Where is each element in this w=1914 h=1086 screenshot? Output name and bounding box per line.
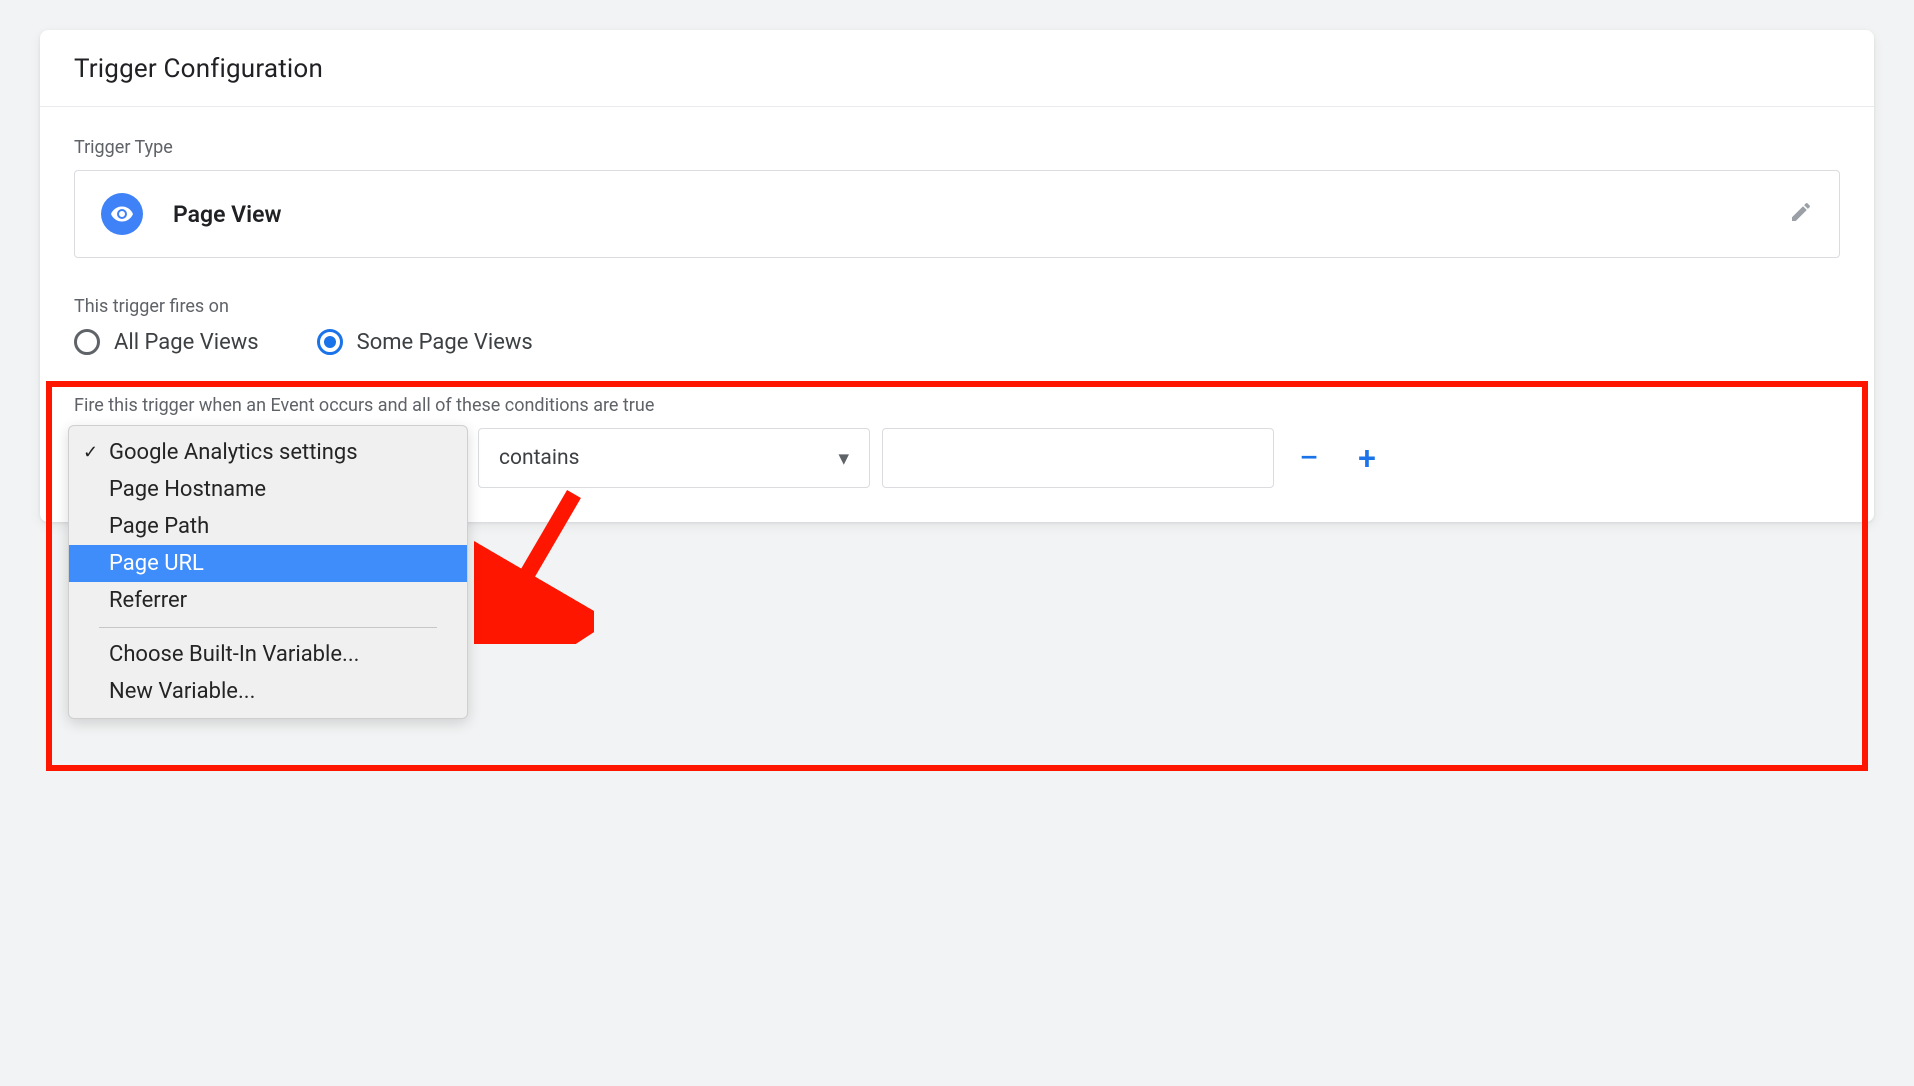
dropdown-item-label: Page URL [109,551,204,576]
operator-select[interactable]: contains ▾ [478,428,870,488]
trigger-type-label: Trigger Type [74,137,1840,158]
pencil-icon[interactable] [1789,200,1813,228]
card-header: Trigger Configuration [40,30,1874,107]
radio-all-page-views[interactable]: All Page Views [74,329,259,355]
conditions-label: Fire this trigger when an Event occurs a… [74,395,1840,416]
value-input[interactable] [882,428,1274,488]
eye-icon [101,193,143,235]
operator-value: contains [499,446,579,470]
radio-label-all: All Page Views [114,330,259,355]
dropdown-item-label: Page Path [109,514,209,539]
remove-condition-button[interactable]: − [1286,435,1332,481]
dropdown-item-label: Referrer [109,588,187,613]
arrow-annotation-icon [474,484,594,644]
variable-dropdown-menu: ✓ Google Analytics settings Page Hostnam… [68,425,468,719]
dropdown-item-builtin[interactable]: Choose Built-In Variable... [69,636,467,673]
trigger-type-box[interactable]: Page View [74,170,1840,258]
dropdown-item-label: Choose Built-In Variable... [109,642,359,667]
trigger-config-card: Trigger Configuration Trigger Type Page … [40,30,1874,522]
dropdown-item-new-variable[interactable]: New Variable... [69,673,467,710]
chevron-down-icon: ▾ [838,446,849,471]
add-condition-button[interactable]: + [1344,435,1390,481]
dropdown-divider [99,627,437,628]
conditions-area: Fire this trigger when an Event occurs a… [74,395,1840,488]
page-title: Trigger Configuration [74,54,1840,84]
fires-on-label: This trigger fires on [74,296,1840,317]
radio-label-some: Some Page Views [357,330,533,355]
radio-some-page-views[interactable]: Some Page Views [317,329,533,355]
trigger-type-name: Page View [173,201,281,228]
dropdown-item-label: Google Analytics settings [109,440,358,465]
dropdown-item-ga-settings[interactable]: ✓ Google Analytics settings [69,434,467,471]
radio-icon [74,329,100,355]
dropdown-item-page-path[interactable]: Page Path [69,508,467,545]
check-icon: ✓ [83,442,101,463]
dropdown-item-referrer[interactable]: Referrer [69,582,467,619]
trigger-type-info: Page View [101,193,281,235]
dropdown-item-page-url[interactable]: Page URL [69,545,467,582]
fires-on-radio-group: All Page Views Some Page Views [74,329,1840,355]
dropdown-item-label: Page Hostname [109,477,266,502]
dropdown-item-page-hostname[interactable]: Page Hostname [69,471,467,508]
dropdown-item-label: New Variable... [109,679,255,704]
radio-icon [317,329,343,355]
card-body: Trigger Type Page View This trigger fire… [40,107,1874,522]
